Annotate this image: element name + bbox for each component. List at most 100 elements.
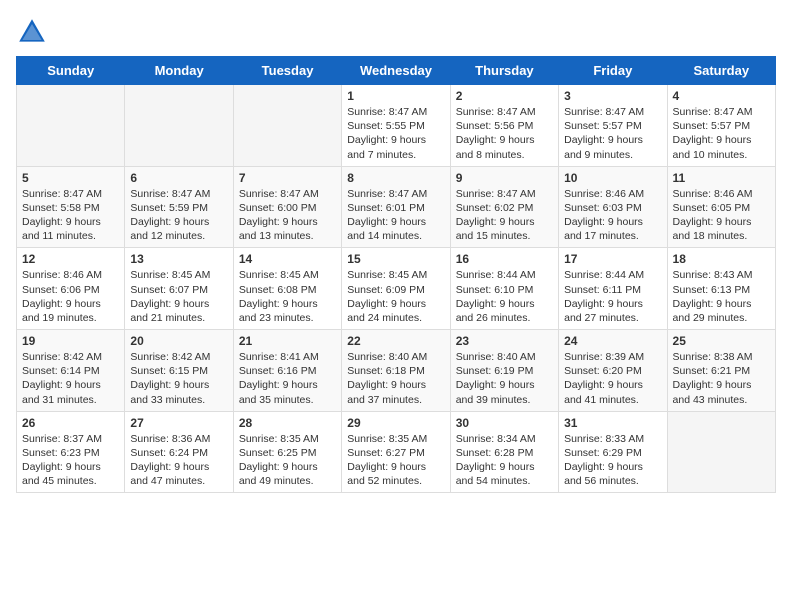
day-info: Sunrise: 8:40 AMSunset: 6:19 PMDaylight:… (456, 350, 553, 407)
calendar-cell: 21 Sunrise: 8:41 AMSunset: 6:16 PMDayligh… (233, 330, 341, 412)
calendar-table: SundayMondayTuesdayWednesdayThursdayFrid… (16, 56, 776, 493)
day-number: 19 (22, 334, 119, 348)
day-number: 17 (564, 252, 661, 266)
calendar-cell: 6Sunrise: 8:47 AMSunset: 5:59 PMDaylight… (125, 166, 233, 248)
day-number: 21 (239, 334, 336, 348)
calendar-cell: 20 Sunrise: 8:42 AMSunset: 6:15 PMDayligh… (125, 330, 233, 412)
day-info: Sunrise: 8:47 AMSunset: 6:00 PMDaylight:… (239, 187, 336, 244)
day-number: 13 (130, 252, 227, 266)
day-info: Sunrise: 8:39 AMSunset: 6:20 PMDaylight:… (564, 350, 661, 407)
day-number: 30 (456, 416, 553, 430)
day-number: 5 (22, 171, 119, 185)
day-number: 7 (239, 171, 336, 185)
calendar-cell: 26 Sunrise: 8:37 AMSunset: 6:23 PMDayligh… (17, 411, 125, 493)
day-info: Sunrise: 8:35 AMSunset: 6:25 PMDaylight:… (239, 432, 336, 489)
calendar-cell: 24 Sunrise: 8:39 AMSunset: 6:20 PMDayligh… (559, 330, 667, 412)
day-number: 15 (347, 252, 444, 266)
week-row-3: 19 Sunrise: 8:42 AMSunset: 6:14 PMDayligh… (17, 330, 776, 412)
day-info: Sunrise: 8:33 AMSunset: 6:29 PMDaylight:… (564, 432, 661, 489)
calendar-cell: 13 Sunrise: 8:45 AMSunset: 6:07 PMDayligh… (125, 248, 233, 330)
day-info: Sunrise: 8:42 AMSunset: 6:15 PMDaylight:… (130, 350, 227, 407)
day-number: 4 (673, 89, 770, 103)
calendar-cell: 30 Sunrise: 8:34 AMSunset: 6:28 PMDayligh… (450, 411, 558, 493)
logo-icon (16, 16, 48, 48)
day-info: Sunrise: 8:47 AMSunset: 6:01 PMDaylight:… (347, 187, 444, 244)
day-number: 16 (456, 252, 553, 266)
calendar-cell: 3 Sunrise: 8:47 AMSunset: 5:57 PMDaylight… (559, 85, 667, 167)
calendar-cell (125, 85, 233, 167)
day-number: 8 (347, 171, 444, 185)
calendar-cell (233, 85, 341, 167)
weekday-header-saturday: Saturday (667, 57, 775, 85)
day-number: 24 (564, 334, 661, 348)
day-number: 2 (456, 89, 553, 103)
calendar-cell: 15 Sunrise: 8:45 AMSunset: 6:09 PMDayligh… (342, 248, 450, 330)
calendar-cell (667, 411, 775, 493)
day-info: Sunrise: 8:47 AMSunset: 5:58 PMDaylight:… (22, 187, 119, 244)
day-number: 29 (347, 416, 444, 430)
day-info: Sunrise: 8:47 AMSunset: 5:55 PMDaylight:… (347, 105, 444, 162)
calendar-cell: 19 Sunrise: 8:42 AMSunset: 6:14 PMDayligh… (17, 330, 125, 412)
day-number: 12 (22, 252, 119, 266)
calendar-cell: 14 Sunrise: 8:45 AMSunset: 6:08 PMDayligh… (233, 248, 341, 330)
calendar-cell: 31 Sunrise: 8:33 AMSunset: 6:29 PMDayligh… (559, 411, 667, 493)
day-info: Sunrise: 8:43 AMSunset: 6:13 PMDaylight:… (673, 268, 770, 325)
weekday-header-wednesday: Wednesday (342, 57, 450, 85)
calendar-cell: 2 Sunrise: 8:47 AMSunset: 5:56 PMDaylight… (450, 85, 558, 167)
week-row-2: 12Sunrise: 8:46 AMSunset: 6:06 PMDayligh… (17, 248, 776, 330)
calendar-cell: 12Sunrise: 8:46 AMSunset: 6:06 PMDayligh… (17, 248, 125, 330)
day-number: 10 (564, 171, 661, 185)
day-number: 11 (673, 171, 770, 185)
day-number: 31 (564, 416, 661, 430)
day-info: Sunrise: 8:47 AMSunset: 5:56 PMDaylight:… (456, 105, 553, 162)
day-info: Sunrise: 8:35 AMSunset: 6:27 PMDaylight:… (347, 432, 444, 489)
week-row-1: 5 Sunrise: 8:47 AMSunset: 5:58 PMDaylight… (17, 166, 776, 248)
calendar-cell: 28Sunrise: 8:35 AMSunset: 6:25 PMDayligh… (233, 411, 341, 493)
day-number: 26 (22, 416, 119, 430)
day-number: 25 (673, 334, 770, 348)
day-number: 20 (130, 334, 227, 348)
calendar-cell: 17 Sunrise: 8:44 AMSunset: 6:11 PMDayligh… (559, 248, 667, 330)
calendar-cell: 7 Sunrise: 8:47 AMSunset: 6:00 PMDaylight… (233, 166, 341, 248)
day-info: Sunrise: 8:45 AMSunset: 6:08 PMDaylight:… (239, 268, 336, 325)
weekday-header-row: SundayMondayTuesdayWednesdayThursdayFrid… (17, 57, 776, 85)
day-info: Sunrise: 8:34 AMSunset: 6:28 PMDaylight:… (456, 432, 553, 489)
day-info: Sunrise: 8:47 AMSunset: 5:57 PMDaylight:… (564, 105, 661, 162)
day-info: Sunrise: 8:45 AMSunset: 6:09 PMDaylight:… (347, 268, 444, 325)
calendar-cell: 22Sunrise: 8:40 AMSunset: 6:18 PMDayligh… (342, 330, 450, 412)
day-info: Sunrise: 8:42 AMSunset: 6:14 PMDaylight:… (22, 350, 119, 407)
calendar-cell: 29 Sunrise: 8:35 AMSunset: 6:27 PMDayligh… (342, 411, 450, 493)
weekday-header-tuesday: Tuesday (233, 57, 341, 85)
calendar-cell: 11 Sunrise: 8:46 AMSunset: 6:05 PMDayligh… (667, 166, 775, 248)
calendar-cell: 23 Sunrise: 8:40 AMSunset: 6:19 PMDayligh… (450, 330, 558, 412)
day-number: 23 (456, 334, 553, 348)
day-info: Sunrise: 8:47 AMSunset: 5:57 PMDaylight:… (673, 105, 770, 162)
day-number: 14 (239, 252, 336, 266)
day-info: Sunrise: 8:44 AMSunset: 6:11 PMDaylight:… (564, 268, 661, 325)
weekday-header-friday: Friday (559, 57, 667, 85)
day-info: Sunrise: 8:45 AMSunset: 6:07 PMDaylight:… (130, 268, 227, 325)
week-row-4: 26 Sunrise: 8:37 AMSunset: 6:23 PMDayligh… (17, 411, 776, 493)
day-number: 1 (347, 89, 444, 103)
calendar-cell: 16Sunrise: 8:44 AMSunset: 6:10 PMDayligh… (450, 248, 558, 330)
week-row-0: 1 Sunrise: 8:47 AMSunset: 5:55 PMDaylight… (17, 85, 776, 167)
weekday-header-monday: Monday (125, 57, 233, 85)
day-info: Sunrise: 8:47 AMSunset: 6:02 PMDaylight:… (456, 187, 553, 244)
day-number: 3 (564, 89, 661, 103)
day-info: Sunrise: 8:46 AMSunset: 6:05 PMDaylight:… (673, 187, 770, 244)
day-info: Sunrise: 8:47 AMSunset: 5:59 PMDaylight:… (130, 187, 227, 244)
calendar-cell: 27Sunrise: 8:36 AMSunset: 6:24 PMDayligh… (125, 411, 233, 493)
day-info: Sunrise: 8:36 AMSunset: 6:24 PMDaylight:… (130, 432, 227, 489)
day-info: Sunrise: 8:46 AMSunset: 6:03 PMDaylight:… (564, 187, 661, 244)
day-info: Sunrise: 8:41 AMSunset: 6:16 PMDaylight:… (239, 350, 336, 407)
calendar-cell: 4 Sunrise: 8:47 AMSunset: 5:57 PMDaylight… (667, 85, 775, 167)
calendar-cell: 9 Sunrise: 8:47 AMSunset: 6:02 PMDaylight… (450, 166, 558, 248)
day-info: Sunrise: 8:38 AMSunset: 6:21 PMDaylight:… (673, 350, 770, 407)
weekday-header-thursday: Thursday (450, 57, 558, 85)
day-info: Sunrise: 8:37 AMSunset: 6:23 PMDaylight:… (22, 432, 119, 489)
calendar-cell: 10 Sunrise: 8:46 AMSunset: 6:03 PMDayligh… (559, 166, 667, 248)
logo (16, 16, 52, 48)
day-number: 18 (673, 252, 770, 266)
calendar-cell (17, 85, 125, 167)
day-number: 9 (456, 171, 553, 185)
